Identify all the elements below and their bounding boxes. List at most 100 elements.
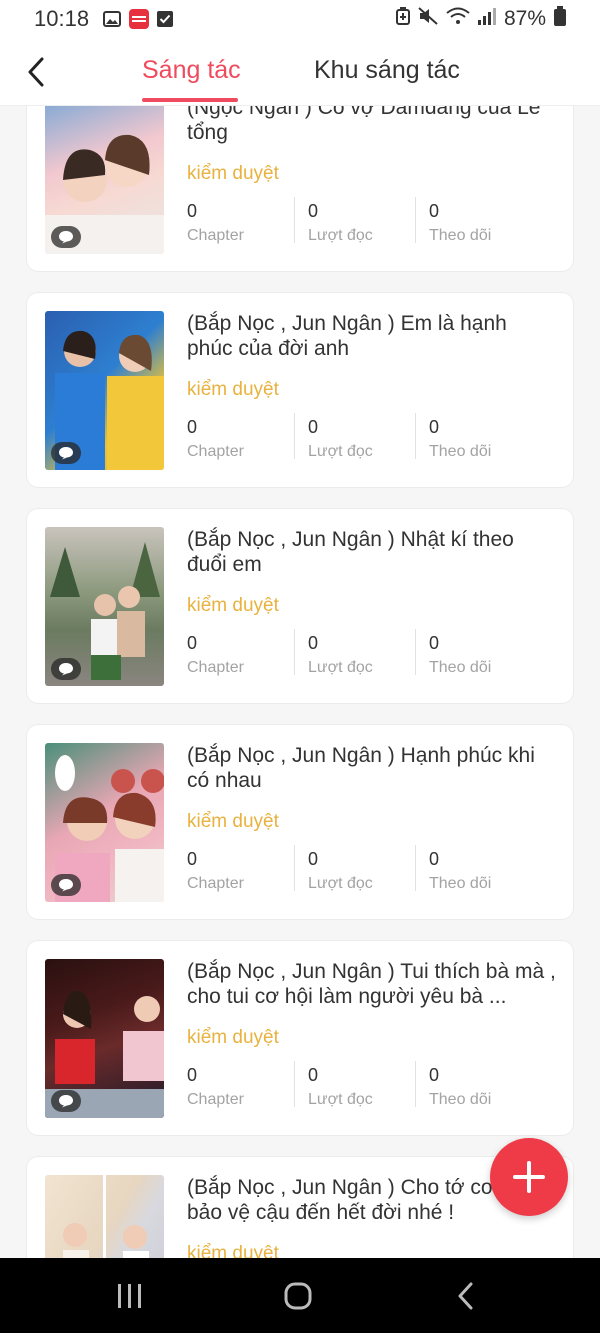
mute-icon (418, 7, 438, 31)
chevron-left-icon (28, 57, 44, 87)
story-stats: 0 Chapter 0 Lượt đọc 0 Theo dõi (187, 845, 557, 901)
stat-divider (415, 1061, 416, 1107)
stat-chapter: 0 Chapter (187, 629, 307, 685)
story-cover (45, 743, 164, 902)
stat-value: 0 (429, 201, 440, 221)
system-back-button[interactable] (436, 1276, 496, 1316)
stat-value: 0 (308, 201, 319, 221)
app-badge-icon (129, 9, 150, 29)
story-stats: 0 Chapter 0 Lượt đọc 0 Theo dõi (187, 197, 557, 253)
stat-reads: 0 Lượt đọc (308, 197, 428, 253)
home-icon (284, 1282, 312, 1310)
story-card[interactable]: (Bắp Nọc , Jun Ngân ) Em là hạnh phúc củ… (26, 292, 574, 488)
stat-label: Theo dõi (429, 1091, 492, 1108)
story-title: (Bắp Nọc , Jun Ngân ) Nhật kí theo đuổi … (187, 528, 514, 576)
story-cover (45, 311, 164, 470)
recent-apps-button[interactable] (100, 1276, 160, 1316)
stat-value: 0 (308, 1065, 319, 1085)
stat-value: 0 (429, 849, 440, 869)
stat-label: Lượt đọc (308, 875, 373, 892)
story-status: kiểm duyệt (187, 379, 279, 400)
stat-value: 0 (187, 201, 198, 221)
story-title: (Ngọc Ngân ) Cô vợ Damdang cúa Lê tổng (187, 106, 541, 144)
story-cover (45, 1175, 164, 1258)
story-stats: 0 Chapter 0 Lượt đọc 0 Theo dõi (187, 413, 557, 469)
stat-reads: 0 Lượt đọc (308, 1061, 428, 1117)
story-cover (45, 959, 164, 1118)
stat-divider (294, 413, 295, 459)
active-tab-indicator (142, 98, 238, 102)
recent-apps-icon (118, 1284, 141, 1308)
story-card[interactable]: (Bắp Nọc , Jun Ngân ) Hạnh phúc khi có n… (26, 724, 574, 920)
stat-chapter: 0 Chapter (187, 1061, 307, 1117)
stat-label: Lượt đọc (308, 659, 373, 676)
tab-khu-sang-tac[interactable]: Khu sáng tác (314, 56, 460, 85)
stat-divider (294, 1061, 295, 1107)
comment-icon (51, 1090, 81, 1112)
story-status: kiểm duyệt (187, 163, 279, 184)
stat-divider (294, 629, 295, 675)
story-status: kiểm duyệt (187, 811, 279, 832)
stat-label: Chapter (187, 227, 244, 244)
stat-label: Theo dõi (429, 443, 492, 460)
back-button[interactable] (18, 52, 54, 92)
stat-follows: 0 Theo dõi (429, 845, 549, 901)
screen: 10:18 87% Sáng tác Khu sáng tác (Ngọc Ng… (0, 0, 600, 1333)
stat-value: 0 (187, 633, 198, 653)
status-bar-right: 87% (395, 6, 566, 32)
stat-value: 0 (308, 417, 319, 437)
story-card[interactable]: (Bắp Nọc , Jun Ngân ) Tui thích bà mà , … (26, 940, 574, 1136)
stat-value: 0 (429, 633, 440, 653)
story-card[interactable]: (Bắp Nọc , Jun Ngân ) Nhật kí theo đuổi … (26, 508, 574, 704)
comment-icon (51, 226, 81, 248)
battery-percent: 87% (503, 7, 546, 30)
system-nav-bar (0, 1258, 600, 1333)
stat-value: 0 (187, 1065, 198, 1085)
stat-value: 0 (308, 633, 319, 653)
image-icon (103, 11, 122, 27)
story-stats: 0 Chapter 0 Lượt đọc 0 Theo dõi (187, 1061, 557, 1117)
story-list[interactable]: (Ngọc Ngân ) Cô vợ Damdang cúa Lê tổng k… (0, 106, 600, 1258)
stat-reads: 0 Lượt đọc (308, 413, 428, 469)
story-stats: 0 Chapter 0 Lượt đọc 0 Theo dõi (187, 629, 557, 685)
battery-saver-icon (395, 7, 410, 31)
stat-label: Chapter (187, 659, 244, 676)
tab-sang-tac[interactable]: Sáng tác (142, 56, 241, 85)
story-title: (Bắp Nọc , Jun Ngân ) Em là hạnh phúc củ… (187, 312, 507, 360)
comment-icon (51, 658, 81, 680)
stat-chapter: 0 Chapter (187, 845, 307, 901)
comment-icon (51, 442, 81, 464)
story-card[interactable]: (Ngọc Ngân ) Cô vợ Damdang cúa Lê tổng k… (26, 106, 574, 272)
stat-divider (415, 197, 416, 243)
stat-follows: 0 Theo dõi (429, 629, 549, 685)
stat-divider (294, 845, 295, 891)
wifi-icon (446, 7, 470, 31)
story-status: kiểm duyệt (187, 595, 279, 616)
stat-reads: 0 Lượt đọc (308, 629, 428, 685)
stat-value: 0 (187, 849, 198, 869)
stat-divider (415, 629, 416, 675)
checkbox-icon (157, 11, 174, 27)
battery-icon (554, 6, 566, 32)
add-story-button[interactable] (490, 1138, 568, 1216)
story-title: (Bắp Nọc , Jun Ngân ) Hạnh phúc khi có n… (187, 744, 535, 792)
home-button[interactable] (268, 1276, 328, 1316)
stat-label: Chapter (187, 875, 244, 892)
story-status: kiểm duyệt (187, 1243, 279, 1258)
stat-reads: 0 Lượt đọc (308, 845, 428, 901)
header: Sáng tác Khu sáng tác (0, 38, 600, 106)
stat-label: Theo dõi (429, 659, 492, 676)
stat-divider (415, 413, 416, 459)
signal-icon (477, 7, 496, 31)
stat-label: Theo dõi (429, 875, 492, 892)
stat-value: 0 (187, 417, 198, 437)
story-cover (45, 527, 164, 686)
stat-divider (294, 197, 295, 243)
stat-value: 0 (429, 417, 440, 437)
stat-follows: 0 Theo dõi (429, 1061, 549, 1117)
back-icon (458, 1282, 473, 1310)
stat-divider (415, 845, 416, 891)
stat-chapter: 0 Chapter (187, 413, 307, 469)
story-cover (45, 106, 164, 254)
stat-value: 0 (429, 1065, 440, 1085)
